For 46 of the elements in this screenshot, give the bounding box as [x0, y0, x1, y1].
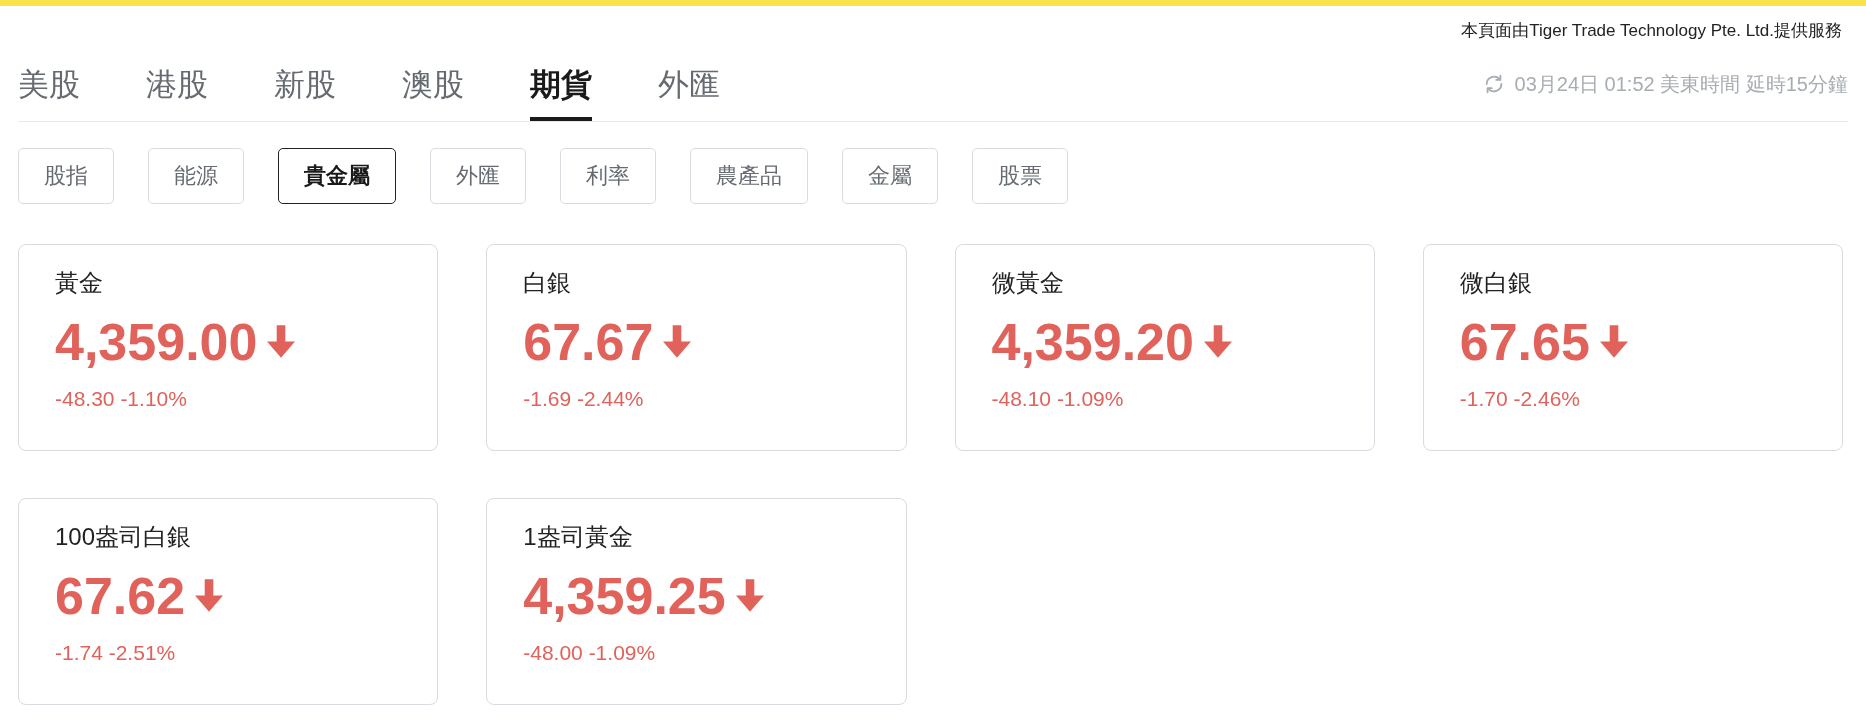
quote-card[interactable]: 微黃金 4,359.20 -48.10 -1.09%	[954, 243, 1375, 451]
price: 67.67	[523, 312, 654, 371]
category-chip[interactable]: 外匯	[430, 147, 526, 204]
quote-card[interactable]: 黃金 4,359.00 -48.30 -1.10%	[18, 243, 439, 451]
quote-card[interactable]: 100盎司白銀 67.62 -1.74 -2.51%	[18, 497, 439, 705]
category-chip[interactable]: 農產品	[690, 147, 808, 204]
market-tab[interactable]: 澳股	[402, 64, 464, 121]
market-tab[interactable]: 外匯	[658, 64, 720, 121]
category-chip[interactable]: 股指	[18, 147, 114, 204]
price: 4,359.20	[991, 312, 1194, 371]
quote-card[interactable]: 白銀 67.67 -1.69 -2.44%	[486, 243, 907, 451]
price-change: -48.30 -1.10%	[55, 385, 188, 412]
market-tab[interactable]: 美股	[18, 64, 80, 121]
instrument-name: 白銀	[523, 267, 573, 298]
price-change: -1.70 -2.46%	[1459, 385, 1581, 412]
category-chip[interactable]: 利率	[560, 147, 656, 204]
quote-card[interactable]: 微白銀 67.65 -1.70 -2.46%	[1422, 243, 1843, 451]
instrument-name: 微白銀	[1459, 267, 1533, 298]
price-change: -48.10 -1.09%	[991, 385, 1125, 412]
category-chip[interactable]: 股票	[972, 147, 1068, 204]
timestamp: 03月24日 01:52 美東時間 延時15分鐘	[1514, 71, 1848, 97]
price-change: -48.00 -1.09%	[523, 639, 657, 666]
price: 4,359.25	[523, 566, 726, 625]
category-chip[interactable]: 能源	[148, 147, 244, 204]
down-arrow-icon	[735, 579, 764, 612]
price-change: -1.69 -2.44%	[523, 385, 645, 412]
category-chip[interactable]: 金屬	[842, 147, 938, 204]
down-arrow-icon	[267, 325, 296, 358]
market-tab[interactable]: 港股	[146, 64, 208, 121]
price: 67.65	[1459, 312, 1590, 371]
provider-note: 本頁面由Tiger Trade Technology Pte. Ltd.提供服務	[1461, 20, 1842, 42]
market-tab[interactable]: 新股	[274, 64, 336, 121]
down-arrow-icon	[1599, 325, 1628, 358]
category-chip[interactable]: 貴金屬	[278, 147, 396, 204]
price-change: -1.74 -2.51%	[55, 639, 177, 666]
price: 67.62	[55, 566, 186, 625]
instrument-name: 1盎司黃金	[523, 521, 634, 552]
instrument-name: 微黃金	[991, 267, 1065, 298]
down-arrow-icon	[195, 579, 224, 612]
instrument-name: 黃金	[55, 267, 104, 298]
quote-card[interactable]: 1盎司黃金 4,359.25 -48.00 -1.09%	[486, 497, 907, 705]
market-tab[interactable]: 期貨	[530, 64, 592, 121]
price: 4,359.00	[55, 312, 258, 371]
instrument-name: 100盎司白銀	[55, 521, 193, 552]
down-arrow-icon	[1203, 325, 1232, 358]
down-arrow-icon	[663, 325, 692, 358]
